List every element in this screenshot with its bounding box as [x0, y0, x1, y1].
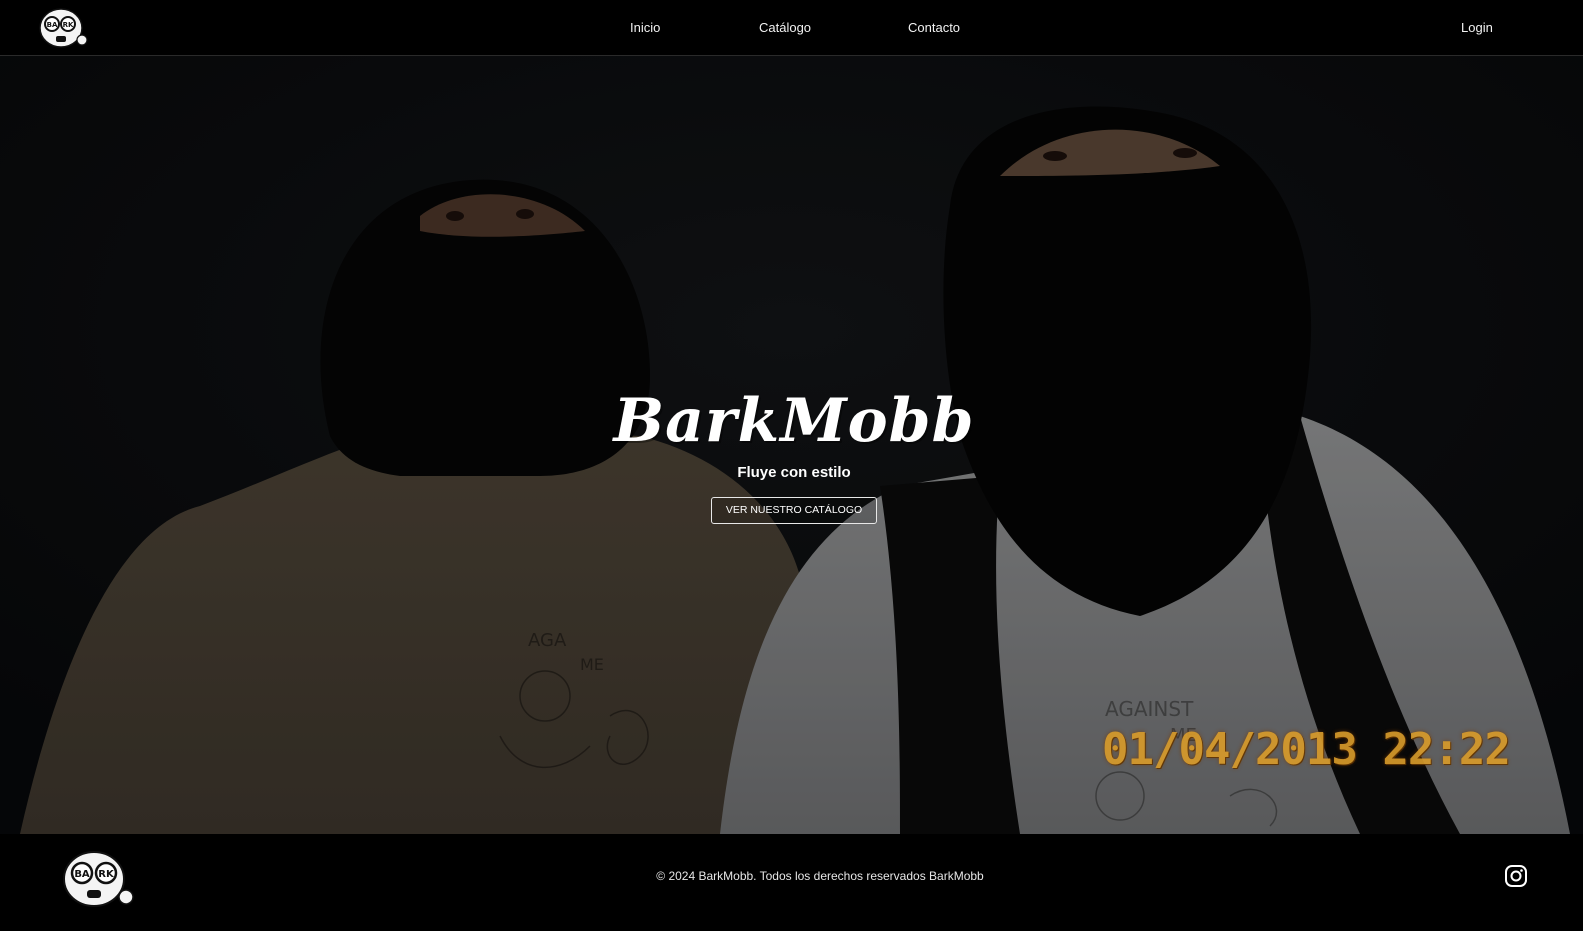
- nav-link-inicio[interactable]: Inicio: [630, 20, 660, 36]
- instagram-icon[interactable]: [1504, 864, 1528, 888]
- nav-link-contacto[interactable]: Contacto: [908, 20, 960, 36]
- view-catalog-button[interactable]: VER NUESTRO CATÁLOGO: [711, 497, 877, 524]
- svg-text:RK: RK: [63, 21, 74, 29]
- login-link[interactable]: Login: [1461, 20, 1493, 36]
- svg-text:BA: BA: [47, 21, 58, 29]
- copyright-text: © 2024 BarkMobb. Todos los derechos rese…: [656, 869, 984, 883]
- site-footer: BA RK © 2024 BarkMobb. Todos los derecho…: [0, 834, 1583, 931]
- brand-logo-icon[interactable]: BA RK: [38, 7, 90, 49]
- nav-link-catalogo[interactable]: Catálogo: [759, 20, 811, 36]
- hero-subtitle: Fluye con estilo: [737, 464, 851, 481]
- hero-title: BarkMobb: [613, 386, 975, 456]
- hero-section: AGA ME AGAINST ME 01/04/2013 22:22 BarkM…: [0, 56, 1583, 834]
- site-header: BA RK Inicio Catálogo Contacto Login: [0, 0, 1583, 56]
- photo-timestamp: 01/04/2013 22:22: [1102, 724, 1511, 775]
